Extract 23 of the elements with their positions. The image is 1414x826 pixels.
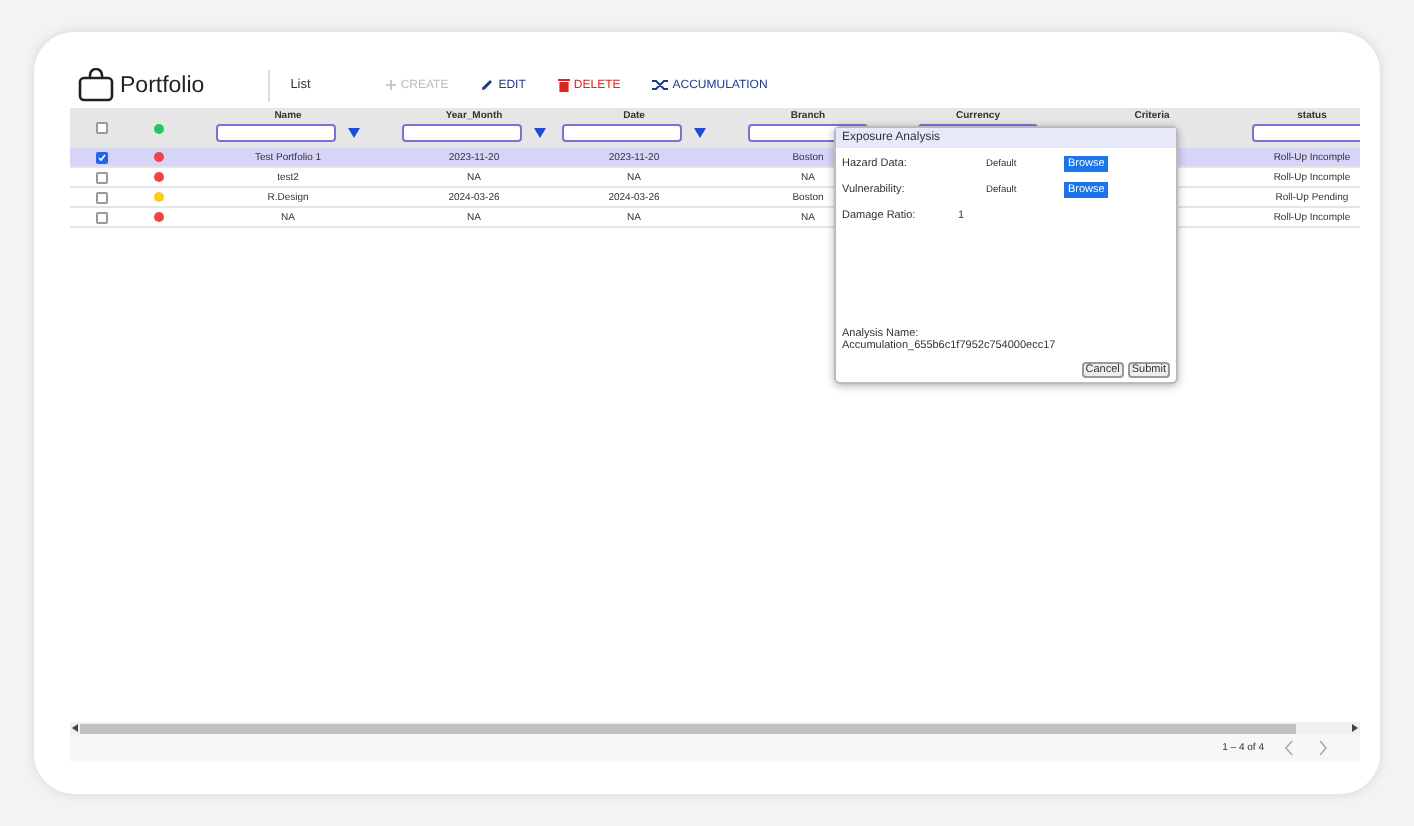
next-page-icon[interactable] [1318,740,1328,756]
row-checkbox[interactable] [96,211,108,223]
scroll-right-icon[interactable] [1352,724,1358,732]
filter-field[interactable] [402,124,522,142]
row-checkbox[interactable] [96,191,108,203]
select-all-checkbox[interactable] [96,122,108,134]
horizontal-scrollbar[interactable] [70,722,1360,734]
status-legend-icon [153,123,163,133]
previous-page-icon[interactable] [1284,740,1294,756]
page-title: Portfolio [120,73,205,97]
shuffle-icon [652,78,669,92]
bag-icon [78,68,114,102]
filter-icon[interactable] [348,128,360,138]
filter-field[interactable] [216,124,336,142]
filter-field[interactable] [1252,124,1360,142]
plus-icon [386,80,397,90]
filter-icon[interactable] [694,128,706,138]
filter-icon[interactable] [534,128,546,138]
row-checkbox[interactable] [96,151,108,163]
trash-icon [557,78,570,92]
row-checkbox[interactable] [96,171,108,183]
pencil-icon [480,78,495,92]
filter-field[interactable] [562,124,682,142]
